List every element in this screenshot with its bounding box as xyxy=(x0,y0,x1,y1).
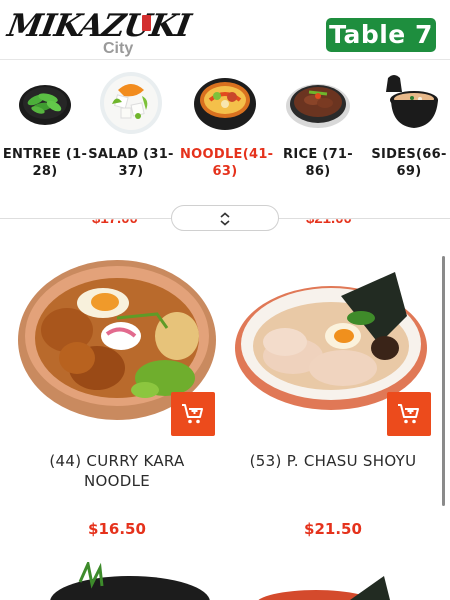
category-label: SALAD (31-37) xyxy=(88,147,174,179)
item-name: (44) CURRY KARA NOODLE xyxy=(49,452,185,490)
collapse-toggle-button[interactable] xyxy=(171,205,279,231)
chevron-up-down-icon xyxy=(220,212,230,226)
menu-item-card[interactable]: (53) P. CHASU SHOYU $21.50 xyxy=(233,258,433,548)
item-price: $16.50 xyxy=(88,520,146,538)
category-nav: ENTREE (1-28) SALAD (31-37) NOODLE(41-63 xyxy=(0,62,450,202)
salad-dish-icon xyxy=(100,72,162,134)
scrollbar[interactable] xyxy=(442,256,445,506)
category-label: ENTREE (1-28) xyxy=(2,147,88,179)
category-label: RICE (71-86) xyxy=(283,147,353,179)
miso-soup-icon xyxy=(386,75,438,128)
table-number-badge: Table 7 xyxy=(326,18,436,52)
category-salad[interactable]: SALAD (31-37) xyxy=(86,70,176,180)
next-item-photo xyxy=(50,562,210,600)
add-cart-icon xyxy=(182,404,203,424)
category-label: SIDES(66-69) xyxy=(371,147,447,179)
app-header: MIKAZUKI City Table 7 xyxy=(0,0,450,60)
rice-bowl-icon xyxy=(286,84,350,128)
add-to-cart-button[interactable] xyxy=(171,392,215,436)
noodle-bowl-icon xyxy=(194,78,256,130)
add-cart-icon xyxy=(398,404,419,424)
menu-item-card[interactable]: (44) CURRY KARA NOODLE $16.50 xyxy=(17,258,217,548)
item-name: (53) P. CHASU SHOYU xyxy=(249,452,417,470)
edamame-dish-icon xyxy=(19,85,71,125)
header-divider xyxy=(0,59,450,60)
next-item-photo xyxy=(258,576,390,600)
logo-subtitle: City xyxy=(103,40,134,57)
category-noodle[interactable]: NOODLE(41-63) xyxy=(180,70,274,180)
category-sides[interactable]: SIDES(66-69) xyxy=(364,70,450,180)
logo-text: MIKAZUKI xyxy=(4,8,193,44)
mikazuki-logo[interactable]: MIKAZUKI City xyxy=(5,6,193,58)
item-price: $21.50 xyxy=(304,520,362,538)
logo-red-tag xyxy=(142,15,151,31)
category-rice[interactable]: RICE (71-86) xyxy=(273,70,363,180)
category-entree[interactable]: ENTREE (1-28) xyxy=(0,70,90,180)
category-label: NOODLE(41-63) xyxy=(180,147,274,179)
add-to-cart-button[interactable] xyxy=(387,392,431,436)
